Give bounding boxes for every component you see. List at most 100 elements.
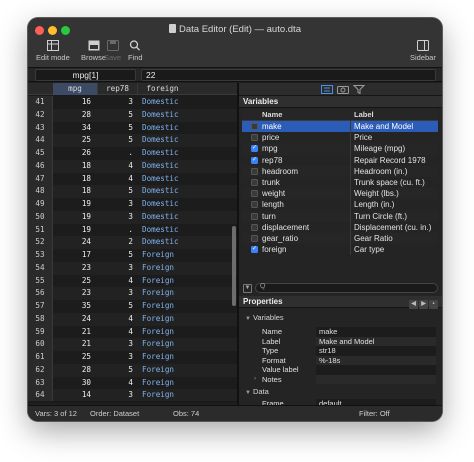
table-row[interactable]: 57 35 5 Foreign bbox=[28, 300, 237, 313]
mpg-cell[interactable]: 18 bbox=[53, 185, 97, 198]
data-grid[interactable]: mpg rep78 foreign 41 16 3 Domestic 42 28 5 Dome… bbox=[28, 83, 237, 403]
rep78-cell[interactable]: 5 bbox=[97, 108, 137, 122]
table-row[interactable]: 54 23 3 Foreign bbox=[28, 261, 237, 275]
variable-visible-checkbox[interactable] bbox=[251, 167, 258, 175]
property-row[interactable]: Name make bbox=[242, 327, 438, 337]
obs-cell[interactable]: 48 bbox=[28, 185, 53, 198]
table-row[interactable]: 42 28 5 Domestic bbox=[28, 108, 237, 122]
obs-cell[interactable]: 46 bbox=[28, 159, 53, 173]
table-row[interactable]: 52 24 2 Domestic bbox=[28, 236, 237, 249]
mpg-cell[interactable]: 28 bbox=[53, 108, 97, 122]
name-column-header[interactable]: Name bbox=[262, 109, 282, 121]
foreign-cell[interactable]: Domestic bbox=[137, 185, 187, 198]
obs-cell[interactable]: 45 bbox=[28, 147, 53, 160]
table-row[interactable]: 55 25 4 Foreign bbox=[28, 274, 237, 288]
rep78-cell[interactable]: 5 bbox=[97, 300, 137, 313]
property-row[interactable]: Label Make and Model bbox=[242, 336, 438, 346]
variable-visible-checkbox[interactable] bbox=[251, 155, 258, 166]
table-row[interactable]: 45 26. Domestic bbox=[28, 147, 237, 160]
rep78-cell[interactable]: 3 bbox=[97, 198, 137, 211]
obs-cell[interactable]: 44 bbox=[28, 134, 53, 147]
rep78-cell[interactable]: 4 bbox=[97, 172, 137, 186]
property-value[interactable] bbox=[316, 374, 436, 384]
property-row[interactable]: Value label bbox=[242, 365, 438, 375]
variable-row-trunk[interactable]: trunk Trunk space (cu. ft.) bbox=[242, 177, 438, 189]
variable-row-price[interactable]: price Price bbox=[242, 132, 438, 144]
foreign-cell[interactable]: Foreign bbox=[137, 249, 187, 262]
table-row[interactable]: 60 21 3 Foreign bbox=[28, 338, 237, 351]
mpg-cell[interactable]: 18 bbox=[53, 172, 97, 186]
prev-variable-button[interactable]: ◀ bbox=[409, 300, 418, 309]
rep78-cell[interactable]: 4 bbox=[97, 274, 137, 288]
property-value[interactable]: str18 bbox=[316, 346, 436, 356]
properties-data-group[interactable]: ▼ Data bbox=[245, 387, 269, 396]
mpg-cell[interactable]: 19 bbox=[53, 223, 97, 237]
variable-visible-checkbox[interactable] bbox=[251, 134, 258, 142]
table-row[interactable]: 58 24 4 Foreign bbox=[28, 312, 237, 326]
rep78-cell[interactable]: 4 bbox=[97, 325, 137, 339]
cell-value-input[interactable]: 22 bbox=[141, 69, 436, 81]
find-button[interactable]: Find bbox=[128, 40, 143, 62]
foreign-cell[interactable]: Domestic bbox=[137, 223, 187, 237]
disclosure-right-icon[interactable]: › bbox=[254, 375, 256, 385]
foreign-cell[interactable]: Domestic bbox=[137, 121, 187, 135]
table-row[interactable]: 61 25 3 Foreign bbox=[28, 351, 237, 364]
rep78-cell[interactable]: 3 bbox=[97, 261, 137, 275]
obs-cell[interactable]: 51 bbox=[28, 223, 53, 237]
foreign-cell[interactable]: Foreign bbox=[137, 287, 187, 300]
rep78-cell[interactable]: 3 bbox=[97, 96, 137, 109]
mpg-cell[interactable]: 16 bbox=[53, 96, 97, 109]
mpg-cell[interactable]: 25 bbox=[53, 134, 97, 147]
lock-button[interactable]: ▪ bbox=[429, 300, 438, 309]
mpg-cell[interactable]: 35 bbox=[53, 300, 97, 313]
variables-view-icon[interactable] bbox=[321, 85, 333, 94]
obs-cell[interactable]: 56 bbox=[28, 287, 53, 300]
obs-cell[interactable]: 50 bbox=[28, 210, 53, 224]
obs-cell[interactable]: 52 bbox=[28, 236, 53, 249]
variable-row-headroom[interactable]: headroom Headroom (in.) bbox=[242, 165, 438, 177]
mpg-cell[interactable]: 24 bbox=[53, 236, 97, 249]
table-row[interactable]: 41 16 3 Domestic bbox=[28, 96, 237, 109]
foreign-cell[interactable]: Foreign bbox=[137, 261, 187, 275]
foreign-cell[interactable]: Foreign bbox=[137, 351, 187, 364]
foreign-cell[interactable]: Domestic bbox=[137, 172, 187, 186]
variable-row-turn[interactable]: turn Turn Circle (ft.) bbox=[242, 210, 438, 222]
property-value[interactable]: make bbox=[316, 327, 436, 337]
mpg-cell[interactable]: 28 bbox=[53, 363, 97, 377]
variable-visible-checkbox[interactable] bbox=[251, 201, 258, 209]
mpg-cell[interactable]: 18 bbox=[53, 159, 97, 173]
obs-cell[interactable]: 59 bbox=[28, 325, 53, 339]
foreign-cell[interactable]: Foreign bbox=[137, 274, 187, 288]
variable-filter-input[interactable]: Q bbox=[255, 283, 438, 293]
obs-cell[interactable]: 57 bbox=[28, 300, 53, 313]
table-row[interactable]: 48 18 5 Domestic bbox=[28, 185, 237, 198]
table-row[interactable]: 49 19 3 Domestic bbox=[28, 198, 237, 211]
variable-visible-checkbox[interactable] bbox=[251, 244, 258, 255]
foreign-cell[interactable]: Domestic bbox=[137, 134, 187, 147]
mpg-cell[interactable]: 30 bbox=[53, 376, 97, 390]
obs-cell[interactable]: 54 bbox=[28, 261, 53, 275]
mpg-cell[interactable]: 23 bbox=[53, 287, 97, 300]
variable-visible-checkbox[interactable] bbox=[251, 212, 258, 220]
column-header-mpg[interactable]: mpg bbox=[53, 83, 97, 95]
property-value[interactable]: %-18s bbox=[316, 355, 436, 365]
variable-row-mpg[interactable]: mpg Mileage (mpg) bbox=[242, 143, 438, 155]
mpg-cell[interactable]: 21 bbox=[53, 338, 97, 351]
obs-cell[interactable]: 63 bbox=[28, 376, 53, 390]
table-row[interactable]: 43 34 5 Domestic bbox=[28, 121, 237, 135]
foreign-cell[interactable]: Foreign bbox=[137, 325, 187, 339]
obs-cell[interactable]: 58 bbox=[28, 312, 53, 326]
mpg-cell[interactable]: 26 bbox=[53, 147, 97, 160]
rep78-cell[interactable]: 4 bbox=[97, 312, 137, 326]
sidebar-button[interactable]: Sidebar bbox=[410, 40, 436, 62]
obs-cell[interactable]: 61 bbox=[28, 351, 53, 364]
rep78-cell[interactable]: . bbox=[97, 147, 137, 160]
property-row[interactable]: › Notes bbox=[242, 374, 438, 385]
property-row[interactable]: Type str18 bbox=[242, 346, 438, 356]
browse-button[interactable]: Browse bbox=[81, 40, 106, 62]
save-button[interactable]: Save bbox=[104, 40, 121, 62]
obs-cell[interactable]: 60 bbox=[28, 338, 53, 351]
table-row[interactable]: 63 30 4 Foreign bbox=[28, 376, 237, 390]
obs-cell[interactable]: 47 bbox=[28, 172, 53, 186]
obs-cell[interactable]: 62 bbox=[28, 363, 53, 377]
